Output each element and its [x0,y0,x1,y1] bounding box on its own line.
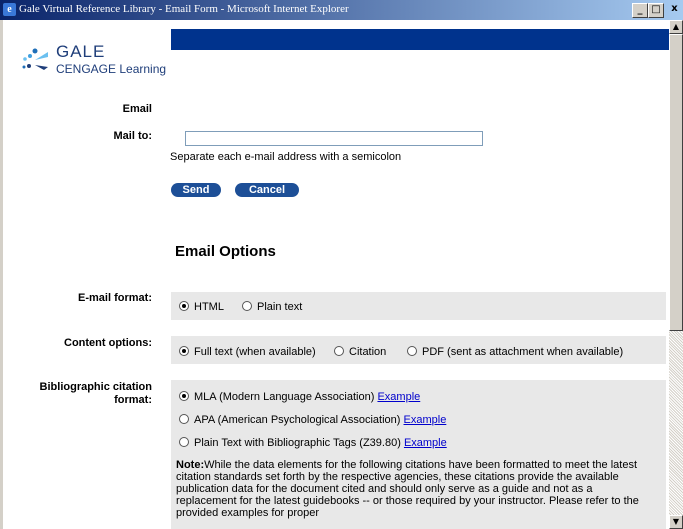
logo-gale-text: GALE [56,42,106,61]
content-options-label: Content options: [64,337,152,349]
biblio-label-line2: format: [114,394,152,406]
radio-icon[interactable] [179,391,189,401]
logo-cengage-text: CENGAGE Learning [56,62,167,76]
format-html-option[interactable]: HTML [179,301,224,313]
scroll-up-arrow-icon[interactable]: ▲ [669,20,683,34]
mail-to-input[interactable] [185,131,483,146]
cancel-button[interactable]: Cancel [235,183,299,197]
window-frame [0,20,3,529]
radio-icon[interactable] [179,301,189,311]
ie-icon: e [3,3,16,16]
mail-to-hint: Separate each e-mail address with a semi… [170,151,402,163]
mla-example-link[interactable]: Example [377,391,420,403]
radio-icon[interactable] [179,414,189,424]
biblio-mla-option[interactable]: MLA (Modern Language Association) Exampl… [179,391,420,403]
mail-to-label: Mail to: [113,130,153,142]
header-bar [171,29,669,50]
content-options: Full text (when available) Citation PDF … [171,336,666,364]
email-options-title: Email Options [175,243,276,260]
plaintext-example-link[interactable]: Example [404,437,447,449]
scrollbar-thumb[interactable] [669,34,683,331]
email-format-options: HTML Plain text [171,292,666,320]
content-pdf-option[interactable]: PDF (sent as attachment when available) [407,346,623,358]
gale-logo-icon [22,48,48,70]
note-text: While the data elements for the followin… [176,459,639,519]
maximize-button[interactable]: □ [648,3,664,18]
format-plain-text-option[interactable]: Plain text [242,301,302,313]
radio-icon[interactable] [407,346,417,356]
scroll-down-arrow-icon[interactable]: ▼ [669,515,683,529]
radio-icon[interactable] [242,301,252,311]
email-format-label: E-mail format: [78,292,152,304]
content-full-text-option[interactable]: Full text (when available) [179,346,316,358]
window-titlebar: e Gale Virtual Reference Library - Email… [0,0,683,20]
close-button[interactable]: x [666,3,683,16]
apa-example-link[interactable]: Example [404,414,447,426]
note-bold-label: Note: [176,459,205,471]
radio-icon[interactable] [179,346,189,356]
radio-icon[interactable] [179,437,189,447]
radio-icon[interactable] [334,346,344,356]
email-label: Email [122,103,152,115]
send-button[interactable]: Send [171,183,221,197]
biblio-apa-option[interactable]: APA (American Psychological Association)… [179,414,446,426]
biblio-plaintext-option[interactable]: Plain Text with Bibliographic Tags (Z39.… [179,437,447,449]
minimize-button[interactable]: _ [632,3,648,18]
content-citation-option[interactable]: Citation [334,346,386,358]
vertical-scrollbar[interactable]: ▲ ▼ [669,20,683,529]
gale-logo: GALE CENGAGE Learning [19,40,169,80]
biblio-label-line1: Bibliographic citation [39,381,152,393]
window-title: Gale Virtual Reference Library - Email F… [19,3,349,15]
citation-note: Note:While the data elements for the fol… [176,459,646,519]
